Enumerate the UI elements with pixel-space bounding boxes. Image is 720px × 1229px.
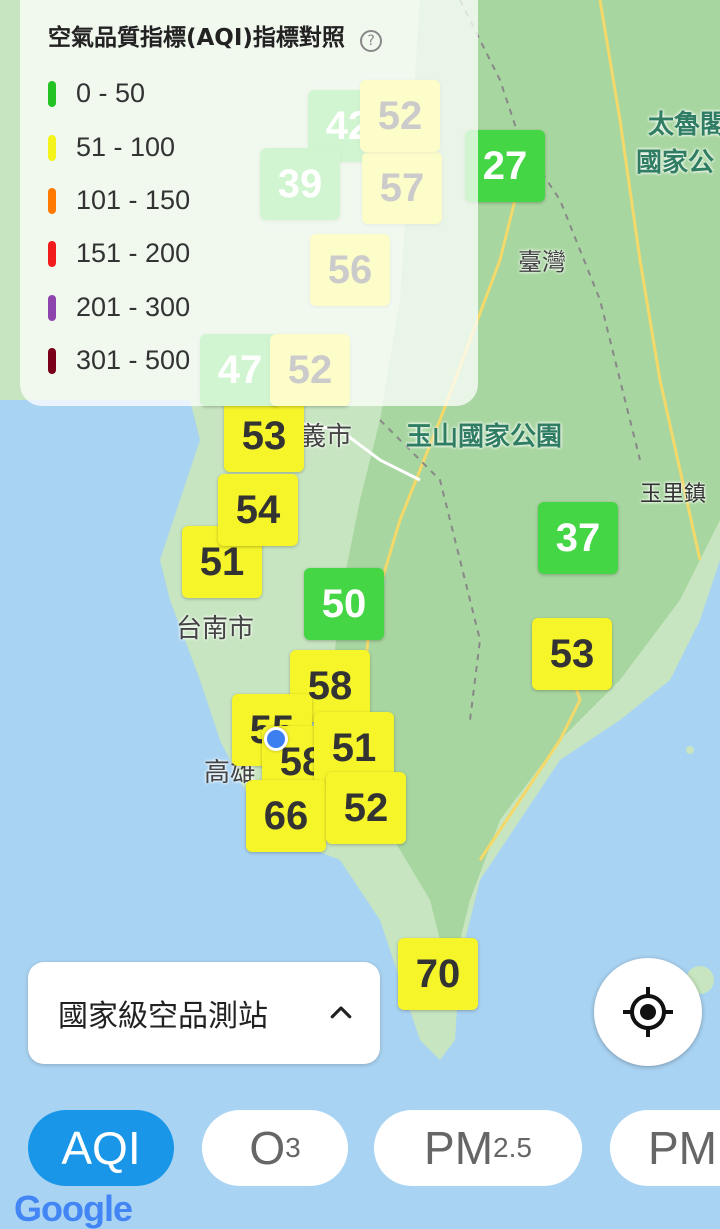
legend-swatch <box>48 294 56 321</box>
legend-item: 0 - 50 <box>48 78 145 109</box>
legend-swatch <box>48 134 56 161</box>
legend-item: 301 - 500 <box>48 345 190 376</box>
tab-aqi[interactable]: AQI <box>28 1110 174 1186</box>
tab-o3[interactable]: O3 <box>202 1110 348 1186</box>
legend-label: 51 - 100 <box>76 132 176 162</box>
map-label-chiayi: 義市 <box>300 422 353 452</box>
map-label-tainan: 台南市 <box>176 614 255 644</box>
legend-item: 101 - 150 <box>48 185 190 216</box>
legend-swatch <box>48 80 56 107</box>
legend-label: 301 - 500 <box>76 345 191 375</box>
legend-label: 0 - 50 <box>76 78 146 108</box>
legend-label: 101 - 150 <box>76 185 191 215</box>
aqi-marker[interactable]: 66 <box>246 780 326 852</box>
legend-title: 空氣品質指標(AQI)指標對照 <box>48 25 345 51</box>
legend-item: 51 - 100 <box>48 132 175 163</box>
tab-label: O <box>249 1122 286 1174</box>
legend-label: 201 - 300 <box>76 292 191 322</box>
aqi-marker[interactable]: 50 <box>304 568 384 640</box>
aqi-marker[interactable]: 37 <box>538 502 618 574</box>
legend-swatch <box>48 240 56 267</box>
station-type-label: 國家級空品測站 <box>58 999 268 1034</box>
aqi-marker[interactable]: 53 <box>532 618 612 690</box>
current-location-dot <box>264 727 288 751</box>
map-label-taroko: 太魯閣 <box>648 110 720 140</box>
tab-label: AQI <box>61 1122 141 1174</box>
tab-pm25[interactable]: PM 2.5 <box>374 1110 582 1186</box>
chevron-up-icon <box>330 1006 352 1019</box>
google-logo: Google <box>14 1188 133 1229</box>
help-icon[interactable]: ? <box>360 29 383 52</box>
map-label-yuli: 玉里鎮 <box>640 482 707 507</box>
tab-pm10[interactable]: PM <box>610 1110 720 1186</box>
map-label-taiwan: 臺灣 <box>518 248 566 276</box>
legend-swatch <box>48 187 56 214</box>
map-label-yushan: 玉山國家公園 <box>406 422 563 452</box>
my-location-button[interactable] <box>594 958 702 1066</box>
legend-item: 151 - 200 <box>48 238 190 269</box>
aqi-marker[interactable]: 52 <box>326 772 406 844</box>
legend-label: 151 - 200 <box>76 238 191 268</box>
aqi-marker[interactable]: 70 <box>398 938 478 1010</box>
tab-label: PM <box>424 1122 494 1174</box>
legend-item: 201 - 300 <box>48 292 190 323</box>
legend-swatch <box>48 347 56 374</box>
tab-sub: 2.5 <box>493 1132 532 1163</box>
aqi-marker[interactable]: 53 <box>224 400 304 472</box>
tab-label: PM <box>648 1122 717 1174</box>
map-label-taroko-park: 國家公 <box>636 148 715 178</box>
station-type-select[interactable]: 國家級空品測站 <box>28 962 380 1064</box>
aqi-marker[interactable]: 54 <box>218 474 298 546</box>
tab-sub: 3 <box>285 1132 301 1163</box>
crosshair-location-icon <box>623 987 673 1037</box>
